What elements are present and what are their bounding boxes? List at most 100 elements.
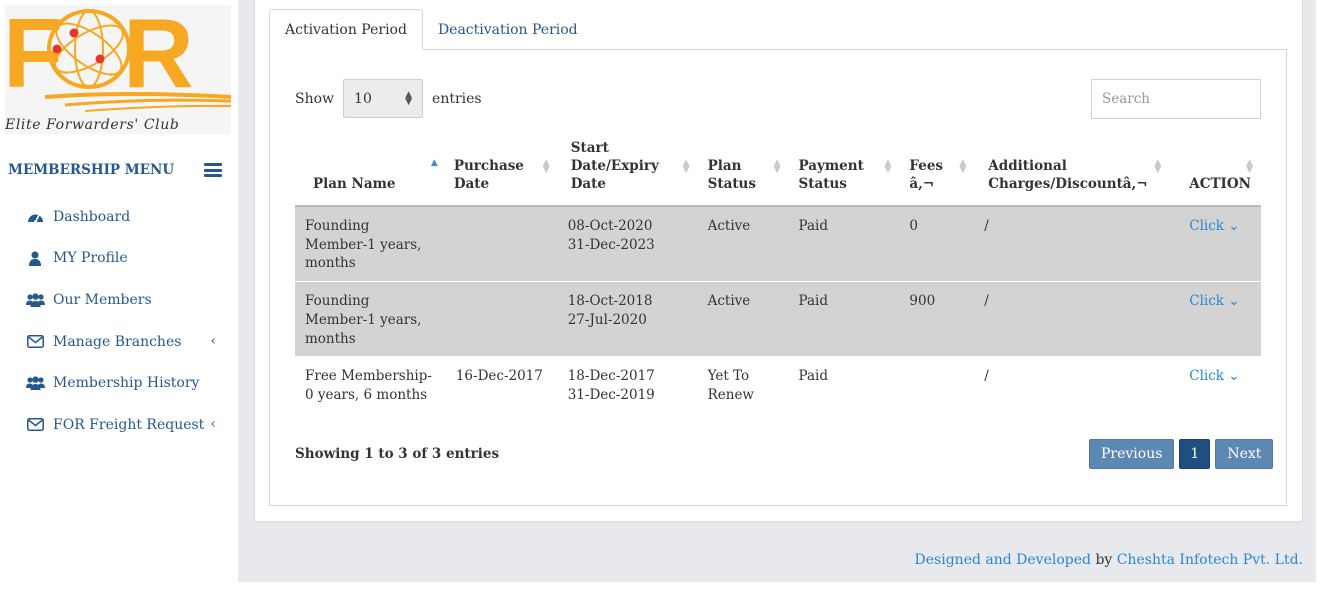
sidebar-item-label: Dashboard: [53, 208, 131, 225]
table-row: Founding Member-1 years, months 18-Oct-2…: [295, 281, 1261, 358]
sidebar: F R Elite Forwarders' Club MEMBERSHIP ME…: [0, 0, 238, 600]
sort-icon: ▲ ▼: [1246, 158, 1253, 175]
cell-plan-status: Active: [697, 206, 789, 283]
chevron-down-icon: ⌄: [1228, 368, 1240, 385]
cell-dates: 08-Oct-2020 31-Dec-2023: [557, 206, 698, 283]
column-header-plan-status[interactable]: Plan Status ▲ ▼: [697, 136, 789, 207]
sort-icon: ▲ ▼: [682, 158, 690, 175]
select-arrows-icon: ▲ ▼: [405, 89, 413, 107]
expiry-date: 31-Dec-2023: [567, 236, 655, 253]
previous-button[interactable]: Previous: [1089, 439, 1175, 469]
sidebar-item-manage-branches[interactable]: Manage Branches ‹: [24, 321, 224, 363]
cell-plan-name: Free Membership-0 years, 6 months: [305, 368, 432, 403]
cell-action: Click ⌄: [1169, 281, 1261, 358]
cell-purchase-date: 16-Dec-2017: [455, 368, 543, 385]
chevron-left-icon[interactable]: ‹: [210, 333, 216, 349]
sidebar-item-my-profile[interactable]: MY Profile: [24, 238, 224, 280]
tab-deactivation-period[interactable]: Deactivation Period: [423, 9, 593, 50]
column-header-fees[interactable]: Fees â,¬ ▲ ▼: [899, 136, 975, 207]
cell-plan-status: Active: [697, 281, 789, 358]
logo-graphic: F R: [5, 5, 231, 112]
logo[interactable]: F R Elite Forwarders' Club: [5, 5, 231, 134]
footer-designed-link[interactable]: Designed and Developed: [915, 552, 1091, 568]
sort-icon: ▲ ▼: [959, 158, 967, 175]
table-header-row: Plan Name▲▼ Purchase Date▲▼ Start Date/E…: [295, 136, 1261, 207]
cell-fees: [899, 357, 974, 413]
action-dropdown[interactable]: Click ⌄: [1189, 293, 1239, 309]
menu-header: MEMBERSHIP MENU: [8, 160, 222, 180]
sidebar-item-our-members[interactable]: Our Members: [24, 279, 224, 321]
users-icon: [24, 293, 46, 307]
logo-tagline: Elite Forwarders' Club: [5, 117, 180, 133]
cell-additional: /: [984, 368, 989, 385]
cell-plan-status: Yet To Renew: [707, 368, 754, 403]
chevron-left-icon[interactable]: ‹: [210, 416, 216, 432]
cell-dates: 18-Dec-2017 31-Dec-2019: [558, 357, 698, 413]
sort-icon: ▲ ▼: [1154, 158, 1162, 175]
column-header-payment-status[interactable]: Payment Status ▲ ▼: [788, 136, 900, 207]
column-header-plan-name[interactable]: Plan Name▲▼: [295, 136, 446, 207]
entries-control: Show 10 ▲ ▼ entries: [295, 79, 482, 118]
table-row: Free Membership-0 years, 6 months 16-Dec…: [295, 357, 1261, 413]
cell-additional: /: [974, 281, 1170, 358]
sidebar-item-label: Our Members: [53, 291, 152, 308]
user-icon: [24, 251, 46, 266]
entries-label: entries: [432, 90, 482, 107]
search-input[interactable]: [1091, 79, 1261, 119]
cell-fees: 0: [899, 206, 975, 283]
action-dropdown[interactable]: Click ⌄: [1189, 368, 1239, 384]
chevron-down-icon: ⌄: [1228, 293, 1240, 310]
sort-icon: ▲ ▼: [542, 158, 550, 175]
cell-payment-status: Paid: [798, 368, 829, 385]
entries-select-value: 10: [354, 90, 372, 107]
cell-dates: 18-Oct-2018 27-Jul-2020: [557, 281, 698, 358]
tabs: Activation Period Deactivation Period: [269, 9, 593, 50]
footer-by: by: [1095, 552, 1113, 568]
sidebar-item-dashboard[interactable]: Dashboard: [24, 196, 224, 238]
expiry-date: 31-Dec-2019: [567, 386, 655, 403]
cell-payment-status: Paid: [788, 281, 900, 358]
cell-payment-status: Paid: [788, 206, 900, 283]
cell-action: Click ⌄: [1169, 206, 1261, 283]
action-dropdown[interactable]: Click ⌄: [1189, 218, 1239, 234]
expiry-date: 27-Jul-2020: [567, 311, 647, 328]
show-label: Show: [295, 90, 335, 107]
sort-icon: ▲ ▼: [884, 158, 892, 175]
cell-purchase-date: [445, 206, 558, 283]
table-row: Founding Member-1 years, months 08-Oct-2…: [295, 206, 1261, 283]
envelope-icon: [24, 335, 46, 349]
cell-purchase-date: [445, 281, 558, 358]
hamburger-menu-icon[interactable]: [204, 163, 222, 177]
tab-activation-period[interactable]: Activation Period: [269, 9, 423, 50]
column-header-start-expiry-date[interactable]: Start Date/Expiry Date ▲ ▼: [557, 136, 698, 207]
next-button[interactable]: Next: [1215, 439, 1274, 469]
cell-plan-name: Founding Member-1 years, months: [295, 281, 446, 358]
start-date: 18-Dec-2017: [567, 368, 655, 385]
cell-additional: /: [974, 206, 1170, 283]
column-header-purchase-date[interactable]: Purchase Date ▲ ▼: [445, 136, 558, 207]
sidebar-item-label: Membership History: [53, 375, 200, 392]
column-header-action[interactable]: ACTION ▲ ▼: [1169, 136, 1261, 207]
start-date: 18-Oct-2018: [567, 293, 653, 310]
sidebar-item-label: Manage Branches: [53, 333, 182, 350]
footer: Designed and Developed by Cheshta Infote…: [915, 552, 1303, 568]
cell-action: Click ⌄: [1169, 357, 1261, 413]
sidebar-item-for-freight-request[interactable]: FOR Freight Request ‹: [24, 404, 224, 446]
entries-select[interactable]: 10 ▲ ▼: [343, 79, 424, 118]
column-header-additional-charges[interactable]: Additional Charges/Discountâ,¬ ▲ ▼: [974, 136, 1170, 207]
sort-asc-icon: ▲▼: [430, 158, 438, 168]
sidebar-item-membership-history[interactable]: Membership History: [24, 362, 224, 404]
sidebar-item-label: FOR Freight Request: [53, 416, 205, 433]
table-info: Showing 1 to 3 of 3 entries: [295, 446, 500, 462]
page-button-current[interactable]: 1: [1179, 439, 1211, 469]
logo-letter-f: F: [5, 5, 63, 108]
pagination: Previous 1 Next: [1089, 439, 1274, 469]
dashboard-icon: [24, 210, 46, 224]
cell-fees: 900: [899, 281, 975, 358]
footer-company-link[interactable]: Cheshta Infotech Pvt. Ltd.: [1117, 552, 1303, 568]
membership-table: Plan Name▲▼ Purchase Date▲▼ Start Date/E…: [295, 136, 1261, 413]
users-icon: [24, 376, 46, 391]
envelope-icon: [24, 418, 46, 432]
cell-plan-name: Founding Member-1 years, months: [295, 206, 446, 283]
start-date: 08-Oct-2020: [567, 218, 653, 234]
